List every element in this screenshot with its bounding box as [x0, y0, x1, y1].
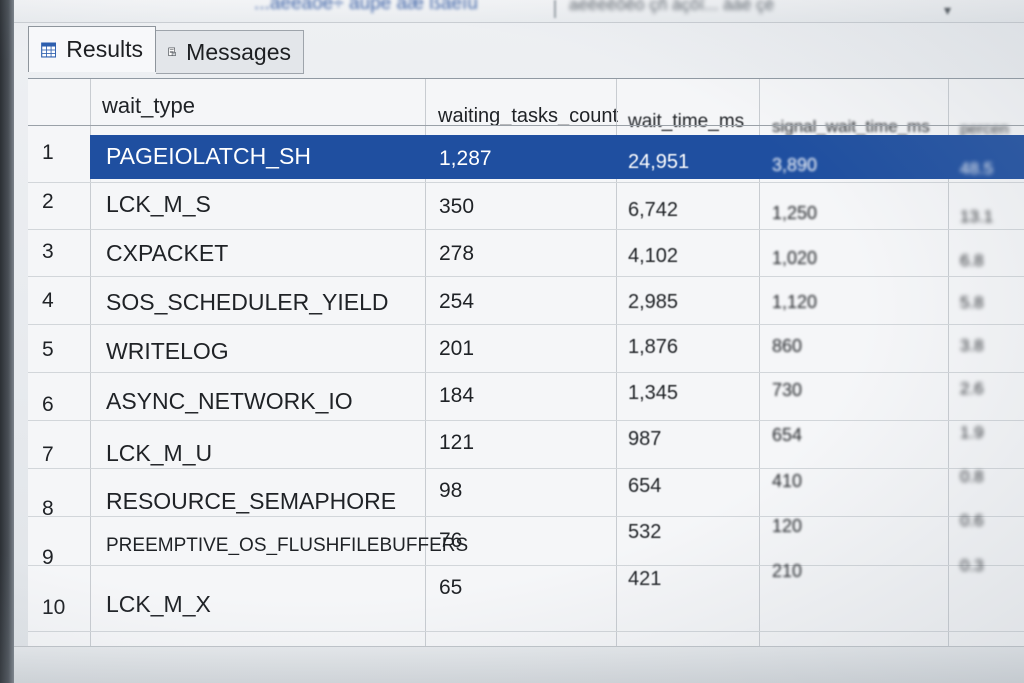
- tab-results-label: Results: [66, 36, 143, 62]
- cell-wait-type[interactable]: PREEMPTIVE_OS_FLUSHFILEBUFFERS: [106, 535, 468, 557]
- row-number[interactable]: 9: [28, 546, 90, 570]
- cell-wait-time-ms[interactable]: 532: [628, 521, 661, 544]
- cell-signal-wait-time-ms[interactable]: 860: [772, 336, 802, 357]
- row-divider: [28, 182, 1024, 183]
- row-number[interactable]: 5: [28, 338, 90, 362]
- cell-waiting-tasks-count[interactable]: 121: [439, 431, 474, 455]
- row-divider: [28, 468, 1024, 469]
- cell-waiting-tasks-count[interactable]: 65: [439, 576, 462, 600]
- cell-wait-type[interactable]: LCK_M_X: [106, 591, 211, 618]
- cell-wait-time-ms[interactable]: 987: [628, 428, 661, 451]
- row-number[interactable]: 4: [28, 289, 90, 313]
- monitor-bezel: [0, 0, 14, 683]
- row-number[interactable]: 10: [28, 596, 90, 620]
- cell-wait-time-ms[interactable]: 6,742: [628, 199, 678, 222]
- cell-wait-time-ms[interactable]: 2,985: [628, 291, 678, 314]
- cell-waiting-tasks-count[interactable]: 201: [439, 337, 474, 361]
- row-divider: [28, 565, 1024, 566]
- tab-messages-label: Messages: [186, 38, 291, 65]
- cell-percentage[interactable]: 6.8: [960, 251, 984, 271]
- cell-wait-time-ms[interactable]: 1,345: [628, 382, 678, 405]
- cell-waiting-tasks-count[interactable]: 254: [439, 290, 474, 314]
- cell-percentage[interactable]: 0.6: [960, 511, 984, 531]
- cell-signal-wait-time-ms[interactable]: 210: [772, 561, 802, 582]
- cell-percentage[interactable]: 0.3: [960, 556, 984, 576]
- header-divider: [28, 125, 1024, 126]
- cell-waiting-tasks-count[interactable]: 184: [439, 384, 474, 408]
- row-number[interactable]: 8: [28, 497, 90, 521]
- cell-wait-time-ms[interactable]: 1,876: [628, 336, 678, 359]
- row-number[interactable]: 2: [28, 190, 90, 214]
- grid-icon: [41, 41, 57, 58]
- cell-wait-type[interactable]: ASYNC_NETWORK_IO: [106, 388, 353, 415]
- chevron-down-icon[interactable]: ▾: [944, 2, 951, 19]
- cell-wait-type[interactable]: CXPACKET: [106, 240, 228, 267]
- cell-signal-wait-time-ms[interactable]: 410: [772, 471, 802, 492]
- cell-percentage[interactable]: 2.6: [960, 379, 984, 399]
- cell-wait-time-ms[interactable]: 24,951: [628, 151, 689, 174]
- cell-wait-type[interactable]: LCK_M_S: [106, 191, 211, 218]
- toolbar-separator: [554, 0, 556, 18]
- row-divider: [28, 420, 1024, 421]
- row-divider: [28, 324, 1024, 325]
- cell-signal-wait-time-ms[interactable]: 3,890: [772, 155, 817, 176]
- cell-signal-wait-time-ms[interactable]: 120: [772, 516, 802, 537]
- cell-wait-time-ms[interactable]: 4,102: [628, 245, 678, 268]
- cell-wait-type[interactable]: WRITELOG: [106, 338, 229, 365]
- cell-wait-type[interactable]: RESOURCE_SEMAPHORE: [106, 488, 396, 515]
- cell-wait-type[interactable]: LCK_M_U: [106, 440, 212, 467]
- row-divider: [28, 631, 1024, 632]
- cell-waiting-tasks-count[interactable]: 98: [439, 479, 462, 503]
- cell-signal-wait-time-ms[interactable]: 1,020: [772, 248, 817, 269]
- query-text[interactable]: ...àêéàôê÷ äüpé äæ ßáêïü: [254, 0, 478, 15]
- document-icon: [168, 47, 176, 57]
- row-divider: [28, 516, 1024, 517]
- status-area: [14, 646, 1024, 683]
- cell-percentage[interactable]: 1.9: [960, 423, 984, 443]
- cell-signal-wait-time-ms[interactable]: 1,250: [772, 203, 817, 224]
- query-toolbar: ...àêéàôê÷ äüpé äæ ßáêïü aéêèêõêó çñ àçô…: [14, 0, 1024, 23]
- cell-signal-wait-time-ms[interactable]: 654: [772, 425, 802, 446]
- screen: ...àêéàôê÷ äüpé äæ ßáêïü aéêèêõêó çñ àçô…: [0, 0, 1024, 683]
- row-number[interactable]: 1: [28, 141, 90, 165]
- cell-waiting-tasks-count[interactable]: 278: [439, 242, 474, 266]
- results-grid: wait_type waiting_tasks_count wait_time_…: [28, 78, 1024, 649]
- row-divider: [28, 229, 1024, 230]
- row-divider: [28, 276, 1024, 277]
- row-number[interactable]: 7: [28, 443, 90, 467]
- cell-waiting-tasks-count[interactable]: 350: [439, 195, 474, 219]
- row-number[interactable]: 3: [28, 240, 90, 264]
- row-divider: [28, 372, 1024, 373]
- cell-wait-time-ms[interactable]: 421: [628, 568, 661, 591]
- cell-wait-type[interactable]: PAGEIOLATCH_SH: [106, 143, 311, 170]
- column-header-wait-type[interactable]: wait_type: [102, 93, 195, 139]
- cell-percentage[interactable]: 5.8: [960, 293, 984, 313]
- result-tabs: Results Messages: [28, 22, 1018, 78]
- cell-percentage[interactable]: 3.8: [960, 336, 984, 356]
- tab-messages[interactable]: Messages: [156, 30, 304, 74]
- cell-waiting-tasks-count[interactable]: 1,287: [439, 147, 492, 171]
- cell-signal-wait-time-ms[interactable]: 730: [772, 380, 802, 401]
- row-number[interactable]: 6: [28, 393, 90, 417]
- cell-percentage[interactable]: 0.8: [960, 467, 984, 487]
- cell-signal-wait-time-ms[interactable]: 1,120: [772, 292, 817, 313]
- connection-path: aéêèêõêó çñ àçôî... àáé çè: [569, 0, 775, 14]
- cell-wait-time-ms[interactable]: 654: [628, 475, 661, 498]
- cell-wait-type[interactable]: SOS_SCHEDULER_YIELD: [106, 289, 389, 316]
- tab-results[interactable]: Results: [28, 26, 156, 72]
- cell-percentage[interactable]: 13.1: [960, 207, 993, 227]
- cell-waiting-tasks-count[interactable]: 76: [439, 529, 462, 553]
- cell-percentage[interactable]: 48.5: [960, 159, 993, 179]
